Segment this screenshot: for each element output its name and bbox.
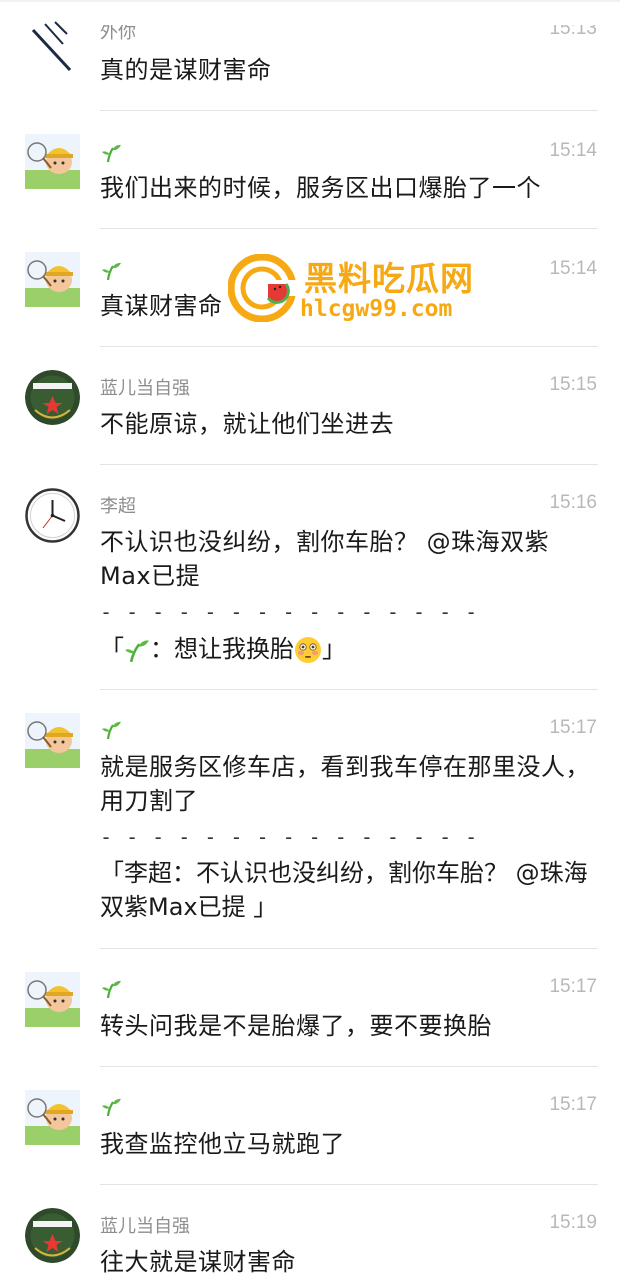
top-edge [0, 0, 620, 2]
cartoon-net-avatar[interactable] [25, 252, 80, 307]
cartoon-net-avatar[interactable] [25, 134, 80, 189]
military-badge-avatar[interactable] [25, 1208, 80, 1263]
divider [100, 464, 598, 465]
sprout-icon [102, 144, 121, 163]
sender-name [100, 1096, 122, 1118]
sprout-icon [102, 721, 121, 740]
sender-name: 蓝儿当自强 [100, 1216, 190, 1237]
message-text: 我们出来的时候，服务区出口爆胎了一个 [100, 174, 541, 202]
flushed-emoji-icon [295, 637, 321, 663]
timestamp: 15:16 [549, 492, 597, 513]
site-watermark: 黑料吃瓜网 hlcgw99.com [228, 250, 498, 330]
timestamp: 15:14 [549, 258, 597, 279]
quote-divider: - - - - - - - - - - - - - - - [100, 600, 479, 624]
watermark-logo-icon [228, 254, 296, 322]
divider [100, 110, 598, 111]
timestamp: 15:17 [549, 717, 597, 738]
timestamp: 15:17 [549, 976, 597, 997]
message-text: 就是服务区修车店，看到我车停在那里没人，用刀割了 [100, 753, 590, 815]
message-text: 不认识也没纠纷，割你车胎？ @珠海双紫Max已提 [100, 528, 550, 590]
quoted-message[interactable]: 「李超：不认识也没纠纷，割你车胎？ @珠海双紫Max已提 」 [100, 856, 595, 924]
clock-avatar[interactable] [25, 488, 80, 543]
sender-name: 蓝儿当自强 [100, 378, 190, 399]
diagonal-lines-avatar[interactable] [25, 18, 80, 73]
watermark-url: hlcgw99.com [300, 296, 453, 322]
timestamp: 15:17 [549, 1094, 597, 1115]
sender-name: 李超 [100, 496, 136, 517]
sender-name [100, 260, 122, 282]
divider [100, 228, 598, 229]
timestamp: 15:14 [549, 140, 597, 161]
sender-name [100, 719, 122, 741]
sprout-icon [102, 262, 121, 281]
divider [100, 689, 598, 690]
sender-name [100, 142, 122, 164]
timestamp: 15:19 [549, 1212, 597, 1233]
watermark-title: 黑料吃瓜网 [304, 259, 474, 298]
quote-close-bracket: 」 [322, 635, 346, 663]
cartoon-net-avatar[interactable] [25, 713, 80, 768]
cartoon-net-avatar[interactable] [25, 1090, 80, 1145]
quoted-message[interactable]: 「 ：想让我换胎」 [100, 632, 595, 666]
message-text: 转头问我是不是胎爆了，要不要换胎 [100, 1012, 492, 1040]
divider [100, 346, 598, 347]
sprout-icon [102, 980, 121, 999]
message-text: 我查监控他立马就跑了 [100, 1130, 345, 1158]
message-text: 往大就是谋财害命 [100, 1248, 296, 1276]
quote-open-bracket: 「 [100, 635, 124, 663]
divider [100, 948, 598, 949]
timestamp: 15:13 [549, 18, 597, 39]
sprout-icon [102, 1098, 121, 1117]
sender-name [100, 978, 122, 1000]
message-text: 真的是谋财害命 [100, 56, 272, 84]
quote-divider: - - - - - - - - - - - - - - - [100, 825, 479, 849]
sender-name: 外你 [100, 22, 136, 43]
cartoon-net-avatar[interactable] [25, 972, 80, 1027]
quote-body: ：想让我换胎 [150, 635, 294, 663]
timestamp: 15:15 [549, 374, 597, 395]
message-text: 不能原谅，就让他们坐进去 [100, 410, 394, 438]
divider [100, 1066, 598, 1067]
sprout-icon [125, 640, 149, 663]
military-badge-avatar[interactable] [25, 370, 80, 425]
divider [100, 1184, 598, 1185]
